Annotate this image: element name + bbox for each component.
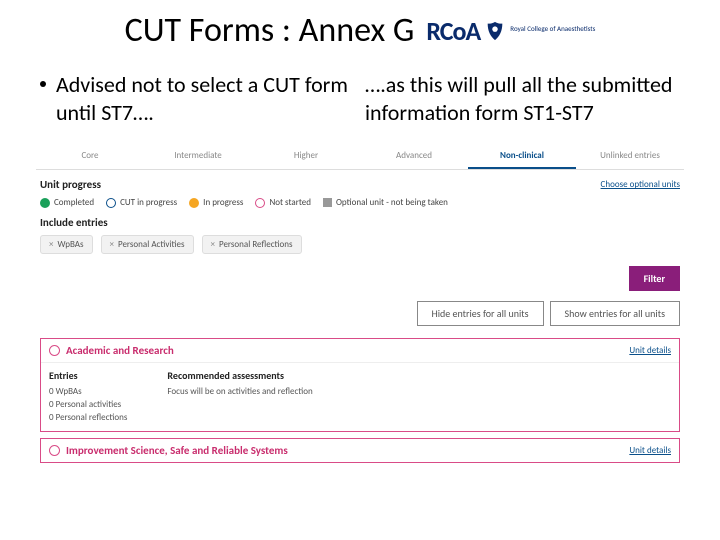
tab-unlinked[interactable]: Unlinked entries bbox=[576, 144, 684, 169]
legend: Completed CUT in progress In progress No… bbox=[36, 195, 684, 214]
completed-icon bbox=[40, 198, 50, 208]
legend-cut: CUT in progress bbox=[120, 197, 177, 208]
chip-reflections-label: Personal Reflections bbox=[219, 239, 293, 250]
include-chips-row: × WpBAs × Personal Activities × Personal Re… bbox=[36, 233, 684, 262]
recommended-text: Focus will be on activities and reflecti… bbox=[167, 386, 312, 397]
hide-entries-button[interactable]: Hide entries for all units bbox=[417, 301, 544, 326]
panel-title: Academic and Research bbox=[66, 344, 174, 357]
unit-details-link[interactable]: Unit details bbox=[629, 445, 671, 456]
bullet-left-text: Advised not to select a CUT form until S… bbox=[56, 71, 355, 126]
chip-wpbas[interactable]: × WpBAs bbox=[40, 235, 93, 254]
chip-activities-label: Personal Activities bbox=[118, 239, 185, 250]
choose-optional-units-link[interactable]: Choose optional units bbox=[601, 179, 680, 190]
show-entries-button[interactable]: Show entries for all units bbox=[550, 301, 680, 326]
tab-bar: Core Intermediate Higher Advanced Non-cl… bbox=[36, 144, 684, 170]
include-entries-label: Include entries bbox=[40, 216, 108, 229]
logo-text: RCoA bbox=[426, 15, 480, 47]
optional-icon bbox=[323, 198, 332, 207]
filter-button[interactable]: Filter bbox=[629, 266, 680, 291]
entry-count: 0 Personal reflections bbox=[49, 412, 127, 423]
unit-progress-label: Unit progress bbox=[40, 178, 101, 191]
bullet-right-text: ….as this will pull all the submitted in… bbox=[365, 71, 680, 126]
legend-optional: Optional unit - not being taken bbox=[336, 197, 448, 208]
page-title: CUT Forms : Annex G bbox=[125, 10, 415, 51]
legend-inprogress: In progress bbox=[203, 197, 243, 208]
panel-title: Improvement Science, Safe and Reliable S… bbox=[66, 444, 288, 457]
unit-panel-academic: Academic and Research Unit details Entri… bbox=[40, 338, 680, 432]
inprogress-icon bbox=[189, 198, 199, 208]
tab-higher[interactable]: Higher bbox=[252, 144, 360, 169]
cut-icon bbox=[106, 198, 116, 208]
logo-crest-icon bbox=[484, 20, 506, 42]
bullet-left: Advised not to select a CUT form until S… bbox=[40, 71, 355, 126]
tab-core[interactable]: Core bbox=[36, 144, 144, 169]
tab-advanced[interactable]: Advanced bbox=[360, 144, 468, 169]
entry-count: 0 WpBAs bbox=[49, 386, 127, 397]
chip-remove-icon[interactable]: × bbox=[110, 239, 114, 250]
entry-count: 0 Personal activities bbox=[49, 399, 127, 410]
tab-intermediate[interactable]: Intermediate bbox=[144, 144, 252, 169]
bullet-dot-icon bbox=[40, 81, 46, 87]
chip-personal-reflections[interactable]: × Personal Reflections bbox=[202, 235, 302, 254]
notstarted-icon bbox=[255, 198, 265, 208]
tab-non-clinical[interactable]: Non-clinical bbox=[468, 144, 576, 169]
legend-notstarted: Not started bbox=[269, 197, 311, 208]
notstarted-icon bbox=[49, 345, 60, 356]
brand-logo: RCoA Royal College of Anaesthetists bbox=[426, 15, 595, 47]
unit-details-link[interactable]: Unit details bbox=[629, 345, 671, 356]
entries-heading: Entries bbox=[49, 369, 127, 382]
bullet-right: ….as this will pull all the submitted in… bbox=[365, 71, 680, 126]
notstarted-icon bbox=[49, 445, 60, 456]
chip-personal-activities[interactable]: × Personal Activities bbox=[101, 235, 194, 254]
legend-completed: Completed bbox=[54, 197, 94, 208]
chip-remove-icon[interactable]: × bbox=[49, 239, 53, 250]
unit-panel-improvement: Improvement Science, Safe and Reliable S… bbox=[40, 438, 680, 463]
recommended-heading: Recommended assessments bbox=[167, 369, 312, 382]
embedded-screenshot: Core Intermediate Higher Advanced Non-cl… bbox=[36, 144, 684, 463]
chip-wpbas-label: WpBAs bbox=[57, 239, 83, 250]
chip-remove-icon[interactable]: × bbox=[211, 239, 215, 250]
logo-subtitle: Royal College of Anaesthetists bbox=[510, 24, 595, 33]
